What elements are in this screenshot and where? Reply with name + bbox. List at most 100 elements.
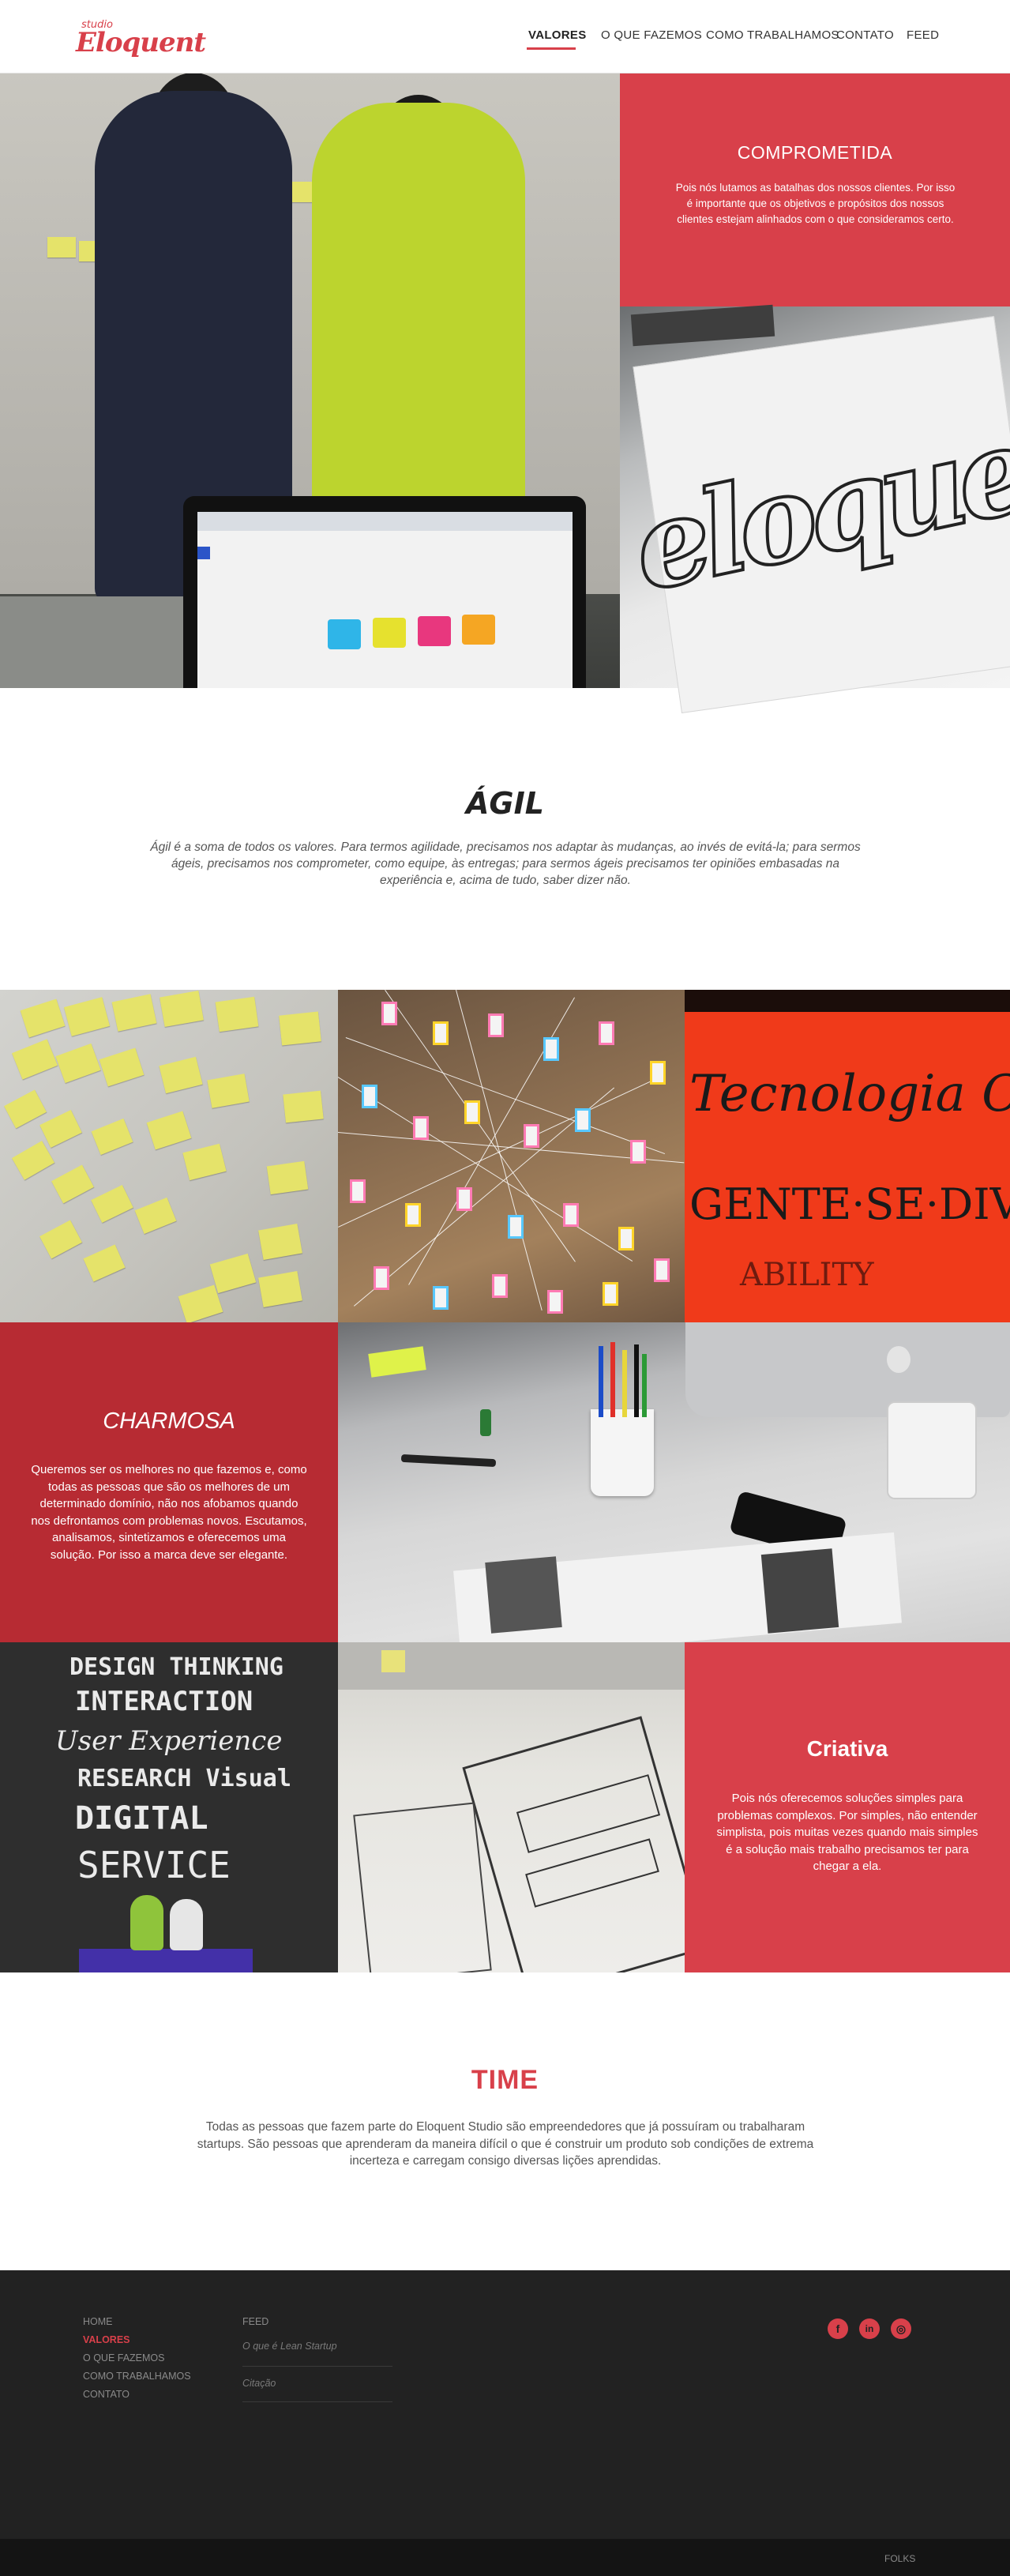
string-line <box>338 1077 633 1262</box>
sticky-note <box>4 1089 47 1129</box>
instagram-icon[interactable]: ◎ <box>891 2318 911 2339</box>
photo-tag <box>654 1258 670 1282</box>
table-surface <box>0 596 190 688</box>
photo-tag <box>543 1037 559 1061</box>
footer-link-valores[interactable]: VALORES <box>83 2334 130 2345</box>
android-figure-white <box>170 1899 203 1950</box>
photo-tag <box>405 1203 421 1227</box>
sticky-note <box>160 990 204 1028</box>
laptop-screen <box>197 512 573 688</box>
sticky-note <box>266 1160 309 1195</box>
apple-logo <box>887 1346 911 1373</box>
app-icon <box>373 618 406 648</box>
glue-stick <box>480 1409 491 1436</box>
photo-tag <box>630 1140 646 1164</box>
sticky-note <box>55 1043 101 1084</box>
footer-link-contato[interactable]: CONTATO <box>83 2389 130 2400</box>
logo[interactable]: Eloquent <box>76 27 206 58</box>
photo-tag <box>464 1100 480 1124</box>
book <box>79 1949 253 1972</box>
charmosa-title: CHARMOSA <box>103 1408 235 1434</box>
sticky-note <box>209 1253 257 1294</box>
sticky-note <box>91 1118 133 1156</box>
android-figure-green <box>130 1895 163 1950</box>
nav-como-trabalhamos[interactable]: COMO TRABALHAMOS <box>706 28 839 42</box>
pen <box>599 1346 603 1417</box>
photo-tag <box>374 1266 389 1290</box>
pen <box>610 1342 615 1417</box>
sign-text-line-1: Tecnologia C <box>689 1065 1010 1123</box>
nav-contato[interactable]: CONTATO <box>836 28 894 42</box>
string-line <box>456 990 543 1311</box>
sign-text-line-2: GENTE·SE·DIV <box>689 1179 1010 1229</box>
marker <box>400 1453 497 1468</box>
app-icon <box>328 619 361 649</box>
photo-tag <box>524 1124 539 1148</box>
sticky-note <box>91 1184 133 1224</box>
footer-separator <box>242 2366 392 2367</box>
linkedin-icon[interactable]: in <box>859 2318 880 2339</box>
photo-tag <box>433 1286 449 1310</box>
footer-bottom-bar <box>0 2539 1010 2576</box>
time-title: TIME <box>471 2065 539 2095</box>
sticky-note <box>279 1011 321 1046</box>
photo-tag <box>618 1227 634 1250</box>
folks-credit[interactable]: FOLKS <box>884 2553 915 2564</box>
photo-tag <box>547 1290 563 1314</box>
criativa-title: Criativa <box>806 1736 888 1761</box>
app-icon <box>462 615 495 645</box>
chalk-line-4: RESEARCH Visual <box>77 1765 291 1792</box>
sticky-note <box>12 1039 58 1080</box>
sticky-note <box>39 1109 82 1149</box>
sticky-note <box>178 1284 223 1322</box>
sticky-note <box>63 997 111 1036</box>
photo-tag <box>413 1116 429 1140</box>
string-board-photo <box>338 990 685 1322</box>
site-footer <box>0 2270 1010 2539</box>
photo-tag <box>575 1108 591 1132</box>
photo-tag <box>599 1021 614 1045</box>
pen-cup <box>591 1409 654 1496</box>
sticky-note <box>207 1074 250 1108</box>
nav-o-que-fazemos[interactable]: O QUE FAZEMOS <box>601 28 702 42</box>
tecnologia-sign-photo: Tecnologia C GENTE·SE·DIV ABILITY <box>685 990 1010 1322</box>
sticky-note <box>368 1346 426 1378</box>
sticky-note <box>83 1244 126 1282</box>
sticky-note <box>20 998 66 1038</box>
photo-tag <box>350 1179 366 1203</box>
footer-link-como-trabalhamos[interactable]: COMO TRABALHAMOS <box>83 2371 191 2382</box>
pen <box>634 1344 639 1417</box>
nav-feed[interactable]: FEED <box>907 28 939 42</box>
sticky-note <box>146 1111 192 1150</box>
sticky-note <box>182 1143 227 1181</box>
feed-item-link[interactable]: Citação <box>242 2378 276 2389</box>
sticky-note <box>215 996 259 1032</box>
browser-tab-icon <box>197 547 210 559</box>
feed-item-link[interactable]: O que é Lean Startup <box>242 2341 337 2352</box>
pen <box>622 1350 627 1417</box>
photo-tag <box>603 1282 618 1306</box>
facebook-icon[interactable]: f <box>828 2318 848 2339</box>
sticky-note <box>99 1047 145 1087</box>
footer-feed-title[interactable]: FEED <box>242 2316 268 2327</box>
site-header: studio Eloquent VALORES O QUE FAZEMOS CO… <box>0 0 1010 73</box>
wireframe-sketch-photo <box>338 1642 685 1972</box>
sign-top-band <box>685 990 1010 1012</box>
post-its-photo <box>0 990 338 1322</box>
sticky-note <box>159 1056 203 1094</box>
sticky-note <box>51 1164 94 1204</box>
sticky-note <box>39 1220 82 1259</box>
photo-tag <box>456 1187 472 1211</box>
sticky-note <box>11 1141 55 1180</box>
footer-link-home[interactable]: HOME <box>83 2316 113 2327</box>
footer-link-o-que-fazemos[interactable]: O QUE FAZEMOS <box>83 2352 165 2364</box>
nav-active-indicator <box>527 47 576 50</box>
sketch-frame <box>353 1802 492 1972</box>
photo-tag <box>492 1274 508 1298</box>
agil-title: ÁGIL <box>466 786 544 821</box>
photo-tag <box>508 1215 524 1239</box>
chalk-line-5: DIGITAL <box>75 1800 208 1837</box>
nav-valores[interactable]: VALORES <box>528 28 587 42</box>
photo-tag <box>488 1013 504 1037</box>
chalk-line-3: User Experience <box>55 1725 283 1757</box>
